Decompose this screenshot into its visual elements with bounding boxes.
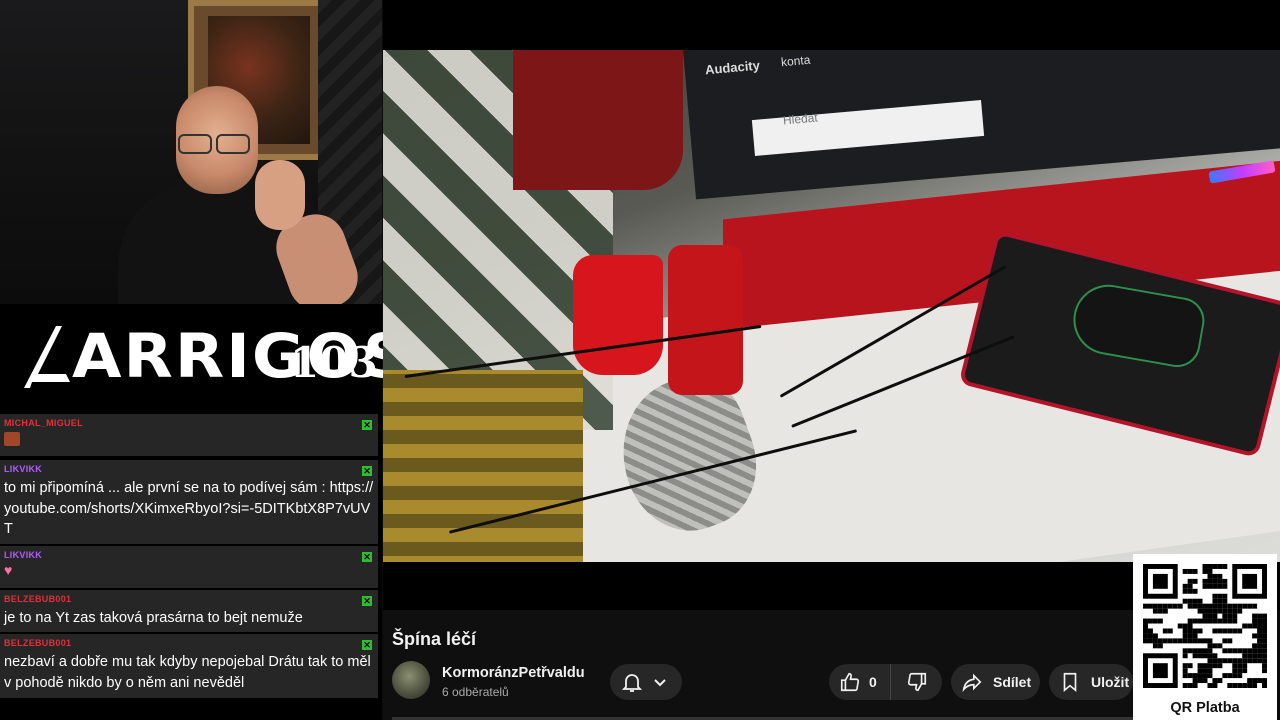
- stream-overlay-left: ARRIGOS 103 MICHAL_MIGUEL ✕ LIKVIKK to m…: [0, 0, 409, 720]
- chevron-down-icon: [654, 679, 666, 687]
- channel-name[interactable]: KormoránzPetřvaldu: [442, 665, 585, 681]
- video-frame: Hledat Audacity konta: [383, 50, 1280, 562]
- chat-text: nezbaví a dobře mu tak kdyby nepojebal D…: [4, 654, 371, 691]
- chat-message: LIKVIKK to mi připomíná ... ale první se…: [0, 458, 378, 544]
- straw-mat: [383, 370, 583, 562]
- video-player[interactable]: Hledat Audacity konta: [383, 0, 1280, 610]
- subscriber-count: 6 odběratelů: [442, 685, 509, 699]
- channel-avatar[interactable]: [392, 661, 430, 699]
- bell-icon: [621, 674, 643, 692]
- chat-username: BELZEBUB001: [4, 594, 72, 604]
- qr-payment-box: QR Platba: [1133, 554, 1277, 720]
- pepe-emote-icon: [4, 432, 20, 446]
- arrigos-logo-icon: [24, 326, 70, 388]
- bookmark-icon: [1063, 672, 1077, 693]
- video-info-bar: Špína léčí KormoránzPetřvaldu 6 odběrate…: [383, 610, 1133, 720]
- dislike-button[interactable]: [891, 664, 942, 700]
- like-button[interactable]: 0: [829, 664, 891, 700]
- chat-panel: MICHAL_MIGUEL ✕ LIKVIKK to mi připomíná …: [0, 412, 380, 702]
- like-count: 0: [869, 674, 877, 690]
- check-icon: ✕: [362, 420, 372, 430]
- subscription-bell-button[interactable]: [610, 664, 682, 700]
- thumbs-up-icon: [840, 672, 860, 692]
- episode-number: 103: [290, 338, 378, 387]
- chat-username: LIKVIKK: [4, 550, 43, 560]
- chat-message: BELZEBUB001 je to na Yt zas taková prasá…: [0, 588, 378, 632]
- heart-emote-icon: ♥: [4, 562, 13, 578]
- chat-username: MICHAL_MIGUEL: [4, 418, 83, 428]
- thumbs-down-icon: [907, 672, 926, 692]
- check-icon: ✕: [362, 640, 372, 650]
- webcam-feed: [0, 0, 382, 304]
- chat-text: je to na Yt zas taková prasárna to bejt …: [4, 610, 303, 626]
- check-icon: ✕: [362, 596, 372, 606]
- qr-label: QR Platba: [1170, 700, 1240, 716]
- red-boot-left: [573, 255, 663, 375]
- chat-message: LIKVIKK ♥ ✕: [0, 544, 378, 588]
- red-cloth: [513, 50, 683, 190]
- chat-message: MICHAL_MIGUEL ✕: [0, 412, 378, 456]
- chat-text: to mi připomíná ... ale první se na to p…: [4, 480, 374, 537]
- share-button[interactable]: Sdílet: [951, 664, 1040, 700]
- glasses: [176, 134, 252, 154]
- qr-code-icon: [1143, 564, 1267, 688]
- save-label: Uložit: [1091, 674, 1130, 690]
- check-icon: ✕: [362, 552, 372, 562]
- red-boot-right: [668, 245, 743, 395]
- chat-username: LIKVIKK: [4, 464, 43, 474]
- chat-message: BELZEBUB001 nezbaví a dobře mu tak kdyby…: [0, 632, 378, 698]
- save-button[interactable]: Uložit: [1049, 664, 1133, 700]
- chat-username: BELZEBUB001: [4, 638, 72, 648]
- check-icon: ✕: [362, 466, 372, 476]
- share-label: Sdílet: [993, 674, 1032, 690]
- video-title: Špína léčí: [392, 629, 477, 649]
- share-icon: [962, 673, 982, 693]
- like-dislike-group: 0: [829, 664, 942, 700]
- screen-app-label-2: konta: [780, 52, 811, 70]
- streamer-hand: [255, 160, 305, 230]
